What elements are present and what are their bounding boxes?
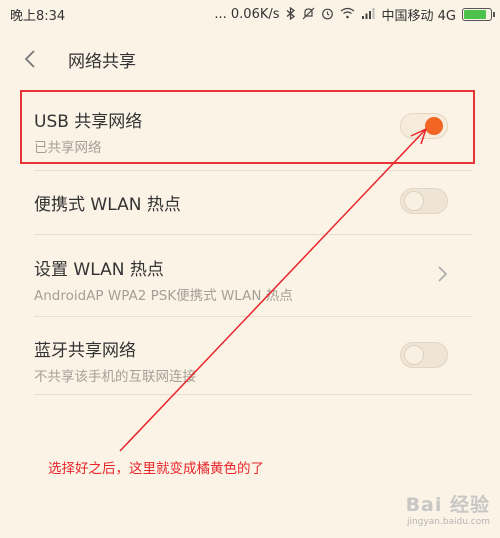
toggle-knob [404, 191, 424, 211]
baidu-jingyan-watermark: Bai 经验 jingyan.baidu.com [386, 490, 490, 532]
signal-icon [361, 7, 376, 21]
portable-hotspot-toggle[interactable] [400, 188, 448, 214]
status-bar: 晚上8:34 ... 0.06K/s 中国移动 4G [0, 0, 500, 28]
divider [34, 170, 472, 171]
watermark-logo: Bai 经验 [405, 494, 490, 516]
annotation-text: 选择好之后，这里就变成橘黄色的了 [48, 461, 264, 477]
setting-subtitle: AndroidAP WPA2 PSK便携式 WLAN 热点 [34, 288, 293, 304]
header: 网络共享 [0, 38, 500, 80]
wifi-icon [340, 7, 355, 21]
setting-row-hotspot-setup[interactable]: 设置 WLAN 热点 AndroidAP WPA2 PSK便携式 WLAN 热点 [0, 255, 500, 304]
alarm-icon [321, 7, 334, 22]
chevron-right-icon[interactable] [436, 264, 450, 284]
highlight-box [20, 90, 475, 164]
watermark-url: jingyan.baidu.com [406, 517, 490, 527]
status-time: 晚上8:34 [10, 8, 66, 24]
network-speed: ... 0.06K/s [214, 6, 280, 22]
toggle-knob [404, 345, 424, 365]
battery-level [464, 9, 487, 19]
bluetooth-icon [286, 6, 296, 22]
back-button[interactable] [24, 44, 54, 74]
page-title: 网络共享 [68, 51, 136, 72]
setting-subtitle: 不共享该手机的互联网连接 [34, 369, 196, 385]
chevron-left-icon [24, 50, 35, 68]
divider [34, 316, 472, 317]
divider [34, 394, 472, 395]
divider [34, 234, 472, 235]
bluetooth-tethering-toggle[interactable] [400, 342, 448, 368]
battery-icon [462, 7, 495, 21]
setting-title: 设置 WLAN 热点 [34, 260, 164, 280]
status-icons: ... 0.06K/s 中国移动 4G [214, 5, 495, 24]
mute-icon [302, 7, 315, 22]
carrier-label: 中国移动 4G [381, 8, 456, 24]
